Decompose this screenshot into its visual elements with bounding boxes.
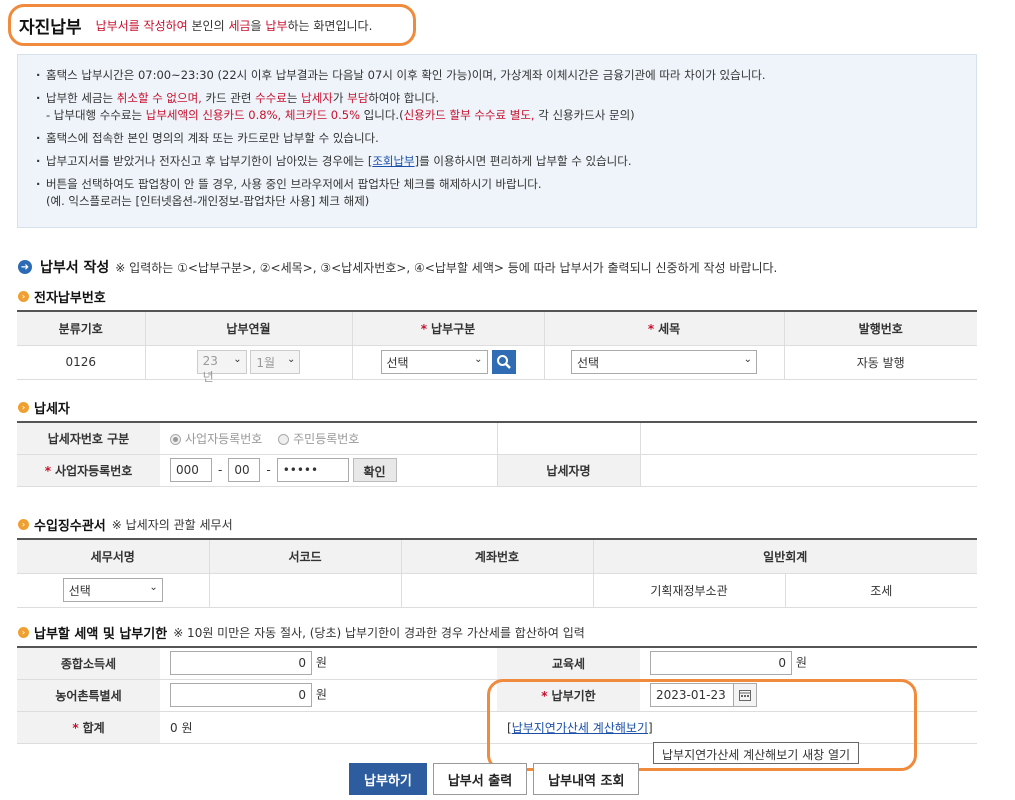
edu-tax-input[interactable]: 0 bbox=[650, 651, 792, 676]
biz-no-1[interactable]: 000 bbox=[170, 458, 212, 482]
office-select[interactable]: 선택 ⌄ bbox=[62, 578, 163, 602]
rural-tax-label: 농어촌특별세 bbox=[17, 679, 160, 712]
taxpayer-table: 납세자번호 구분 사업자등록번호 주민등록번호 * 사업자등록번호 000-00-… bbox=[17, 421, 977, 487]
year-select[interactable]: 23년 ⌄ bbox=[196, 350, 247, 384]
col-header: 납부연월 bbox=[144, 310, 352, 346]
income-tax-input[interactable]: 0 bbox=[170, 651, 312, 676]
total-label: * 합계 bbox=[17, 711, 160, 744]
chevron-circle-icon: › bbox=[18, 627, 29, 638]
search-button[interactable] bbox=[491, 350, 516, 374]
chevron-circle-icon: › bbox=[18, 291, 29, 302]
info-box: 홈택스 납부시간은 07:00~23:30 (22시 이후 납부결과는 다음날 … bbox=[17, 54, 977, 228]
tax-item-select[interactable]: 선택 ⌄ bbox=[571, 350, 757, 374]
income-tax-label: 종합소득세 bbox=[17, 647, 160, 680]
chevron-circle-icon: › bbox=[18, 402, 29, 413]
chevron-down-icon: ⌄ bbox=[287, 354, 296, 365]
enum-section-title: › 전자납부번호 bbox=[18, 287, 106, 306]
office-section-title: › 수입징수관서 ※ 납세자의 관할 세무서 bbox=[18, 515, 233, 534]
search-icon bbox=[496, 355, 511, 369]
page-subtitle: 납부서를 작성하여 본인의 세금을 납부하는 화면입니다. bbox=[95, 18, 373, 33]
col-header: 분류기호 bbox=[17, 310, 145, 346]
taxpayer-section-title: › 납세자 bbox=[18, 398, 70, 417]
history-button[interactable]: 납부내역 조회 bbox=[533, 763, 640, 795]
info-line: 홈택스 납부시간은 07:00~23:30 (22시 이후 납부결과는 다음날 … bbox=[36, 67, 976, 84]
col-header: 일반회계 bbox=[592, 538, 978, 574]
bottom-buttons: 납부하기 납부서 출력 납부내역 조회 bbox=[349, 763, 640, 795]
col-header: 발행번호 bbox=[783, 310, 977, 346]
pay-button[interactable]: 납부하기 bbox=[349, 763, 427, 795]
col-header: 계좌번호 bbox=[400, 538, 593, 574]
page-title-box: 자진납부 납부서를 작성하여 본인의 세금을 납부하는 화면입니다. bbox=[8, 4, 416, 46]
amount-section-title: › 납부할 세액 및 납부기한 ※ 10원 미만은 자동 절사, (당초) 납부… bbox=[18, 623, 585, 642]
chevron-circle-icon: › bbox=[18, 519, 29, 530]
chevron-down-icon: ⌄ bbox=[233, 354, 242, 365]
rural-tax-input[interactable]: 0 bbox=[170, 683, 312, 707]
arrow-circle-icon: ➜ bbox=[18, 260, 32, 274]
biz-no-2[interactable]: 00 bbox=[228, 458, 261, 482]
tax-type: 조세 bbox=[784, 573, 978, 608]
write-section-title: ➜ 납부서 작성 ※ 입력하는 ①<납부구분>, ②<세목>, ③<납세자번호>… bbox=[18, 257, 777, 277]
confirm-button[interactable]: 확인 bbox=[352, 458, 397, 482]
issue-number: 자동 발행 bbox=[783, 345, 977, 380]
info-line: 납부고지서를 받았거나 전자신고 후 납부기한이 남아있는 경우에는 [조회납부… bbox=[36, 153, 976, 170]
enum-table: 분류기호 납부연월 * 납부구분 * 세목 발행번호 0126 23년 ⌄ 1월 ⌄ 선… bbox=[17, 310, 977, 384]
month-select[interactable]: 1월 ⌄ bbox=[250, 350, 301, 374]
total-value: 0 bbox=[170, 720, 178, 735]
chevron-down-icon: ⌄ bbox=[743, 354, 752, 365]
info-line: 납부한 세금는 취소할 수 없으며, 카드 관련 수수료는 납세자가 부담하여야… bbox=[36, 90, 976, 124]
tooltip: 납부지연가산세 계산해보기 새창 열기 bbox=[653, 742, 860, 764]
radio-resident[interactable] bbox=[278, 433, 290, 445]
col-header: * 납부구분 bbox=[351, 310, 544, 346]
biz-no-3[interactable]: ••••• bbox=[276, 458, 349, 482]
col-header: 세무서명 bbox=[17, 538, 209, 574]
col-header: 서코드 bbox=[208, 538, 401, 574]
pay-type-select[interactable]: 선택 ⌄ bbox=[380, 350, 488, 374]
id-type-label: 납세자번호 구분 bbox=[17, 422, 160, 455]
chevron-down-icon: ⌄ bbox=[474, 354, 483, 365]
office-table: 세무서명 서코드 계좌번호 일반회계 선택 ⌄ 기획재정부소관 조세 bbox=[17, 538, 978, 608]
ministry: 기획재정부소관 bbox=[592, 573, 785, 608]
inquiry-pay-link[interactable]: 조회납부 bbox=[372, 154, 414, 168]
page-title: 자진납부 bbox=[19, 17, 82, 38]
print-button[interactable]: 납부서 출력 bbox=[432, 763, 528, 795]
chevron-down-icon: ⌄ bbox=[149, 582, 158, 593]
class-code: 0126 bbox=[17, 345, 145, 380]
biz-no-label: * 사업자등록번호 bbox=[17, 454, 160, 487]
info-line: 버튼을 선택하여도 팝업창이 안 뜰 경우, 사용 중인 브라우저에서 팝업차단… bbox=[36, 176, 976, 210]
edu-tax-label: 교육세 bbox=[497, 647, 640, 680]
info-line: 홈택스에 접속한 본인 명의의 계좌 또는 카드로만 납부할 수 있습니다. bbox=[36, 130, 976, 147]
radio-biz[interactable] bbox=[170, 433, 181, 445]
col-header: * 세목 bbox=[543, 310, 784, 346]
taxpayer-name-label: 납세자명 bbox=[496, 454, 640, 487]
